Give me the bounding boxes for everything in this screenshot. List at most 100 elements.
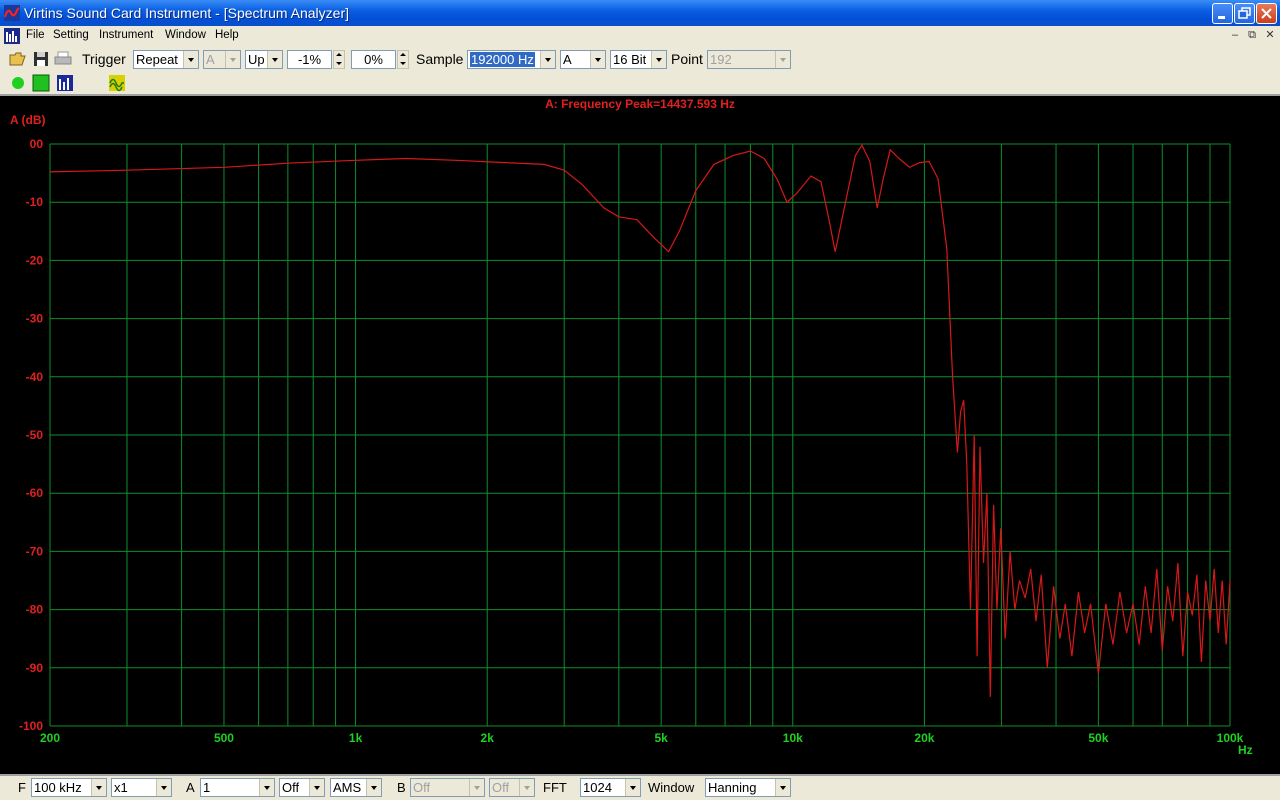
channel-select[interactable]: A <box>560 50 606 69</box>
point-select[interactable]: 192 <box>707 50 791 69</box>
x-tick-label: 2k <box>481 731 495 745</box>
bit-depth-select[interactable]: 16 Bit <box>610 50 667 69</box>
y-tick-label: -20 <box>26 253 44 267</box>
y-tick-label: -70 <box>26 544 44 558</box>
chevron-down-icon <box>366 779 381 796</box>
oscilloscope-icon[interactable] <box>32 74 50 92</box>
trigger-level-value: -1% <box>297 52 322 67</box>
status-bar: F 100 kHz x1 A 1 Off AMS B Off Off FFT 1… <box>0 774 1280 800</box>
menu-bar: File Setting Instrument Window Help – ⧉ … <box>0 26 1280 47</box>
f-label: F <box>18 780 26 795</box>
x-tick-label: 200 <box>40 731 60 745</box>
chevron-down-icon <box>91 779 106 796</box>
close-icon: ✕ <box>1265 29 1275 41</box>
y-tick-label: -10 <box>26 195 44 209</box>
window-title: Virtins Sound Card Instrument - [Spectru… <box>24 5 349 21</box>
title-bar: Virtins Sound Card Instrument - [Spectru… <box>0 0 1280 26</box>
window-label: Window <box>648 780 695 795</box>
spectrum-plot[interactable]: 00 -10 -20 -30 -40 -50 -60 -70 -80 -90 -100 200 500… <box>0 96 1280 772</box>
x-tick-label: 5k <box>655 731 669 745</box>
sample-rate-value: 192000 Hz <box>470 52 535 67</box>
b-scale-select[interactable]: Off <box>410 778 485 797</box>
save-disk-icon[interactable] <box>32 50 50 68</box>
spectrum-trace <box>49 143 1231 697</box>
a-label: A <box>186 780 195 795</box>
main-toolbar: Trigger Repeat A Up -1% 0% Sample 192000… <box>0 46 1280 72</box>
menu-help[interactable]: Help <box>215 29 239 41</box>
chevron-down-icon <box>651 51 666 68</box>
x-tick-label: 50k <box>1088 731 1108 745</box>
chevron-down-icon <box>625 779 640 796</box>
channel-value: A <box>563 52 572 67</box>
chevron-down-icon <box>183 51 198 68</box>
trigger-edge-select[interactable]: Up <box>245 50 283 69</box>
frequency-range-value: 100 kHz <box>34 780 82 795</box>
menu-setting[interactable]: Setting <box>53 29 89 41</box>
a-mode-value: Off <box>282 780 300 795</box>
chevron-down-icon <box>156 779 171 796</box>
trigger-edge-value: Up <box>248 52 265 67</box>
menu-instrument[interactable]: Instrument <box>99 29 153 41</box>
sample-label: Sample <box>416 51 464 67</box>
chevron-down-icon <box>259 779 274 796</box>
mdi-restore-button[interactable]: ⧉ <box>1245 29 1259 42</box>
spectrum-doc-icon[interactable] <box>4 28 20 44</box>
trigger-label: Trigger <box>82 51 126 67</box>
b-mode-value: Off <box>492 780 510 795</box>
chevron-down-icon <box>775 779 790 796</box>
trigger-delay-spinner[interactable] <box>397 50 409 69</box>
x-tick-label: 500 <box>214 731 234 745</box>
trigger-delay-value: 0% <box>364 52 383 67</box>
minimize-icon: – <box>1231 29 1239 41</box>
bit-depth-value: 16 Bit <box>613 52 647 67</box>
restore-button[interactable] <box>1234 3 1255 24</box>
mdi-close-button[interactable]: ✕ <box>1263 29 1277 42</box>
close-window-button[interactable] <box>1256 3 1277 24</box>
menu-file[interactable]: File <box>26 29 45 41</box>
mdi-minimize-button[interactable]: – <box>1228 29 1242 42</box>
frequency-range-select[interactable]: 100 kHz <box>31 778 107 797</box>
point-value: 192 <box>710 52 732 67</box>
instrument-toolbar <box>0 72 1280 96</box>
y-tick-labels: 00-10-20-30-40-50-60-70-80-90-100 <box>19 137 43 733</box>
b-mode-select[interactable]: Off <box>489 778 535 797</box>
trigger-source-value: A <box>206 52 215 67</box>
start-icon[interactable] <box>9 74 27 92</box>
fft-label: FFT <box>543 780 567 795</box>
x-axis-label: Hz <box>1238 743 1253 757</box>
signal-generator-icon[interactable] <box>108 74 126 92</box>
open-folder-icon[interactable] <box>9 50 27 68</box>
chevron-down-icon <box>469 779 484 796</box>
fft-size-select[interactable]: 1024 <box>580 778 641 797</box>
trigger-delay-input[interactable]: 0% <box>351 50 396 69</box>
chevron-down-icon <box>309 779 324 796</box>
minimize-button[interactable] <box>1212 3 1233 24</box>
trigger-mode-select[interactable]: Repeat <box>133 50 199 69</box>
chevron-down-icon <box>775 51 790 68</box>
y-tick-label: -80 <box>26 603 44 617</box>
trigger-level-input[interactable]: -1% <box>287 50 332 69</box>
zoom-select[interactable]: x1 <box>111 778 172 797</box>
y-tick-label: -90 <box>26 661 44 675</box>
zoom-value: x1 <box>114 780 128 795</box>
restore-icon: ⧉ <box>1248 29 1256 41</box>
print-icon[interactable] <box>54 50 72 68</box>
y-tick-label: -30 <box>26 312 44 326</box>
trigger-level-spinner[interactable] <box>333 50 345 69</box>
fft-size-value: 1024 <box>583 780 612 795</box>
y-tick-label: -50 <box>26 428 44 442</box>
chevron-down-icon <box>540 51 555 68</box>
a-ams-value: AMS <box>333 780 362 795</box>
sample-rate-select[interactable]: 192000 Hz <box>467 50 556 69</box>
app-logo-icon <box>4 5 20 21</box>
a-scale-select[interactable]: 1 <box>200 778 275 797</box>
trigger-source-select[interactable]: A <box>203 50 241 69</box>
sample-rate-text: 192000 Hz <box>470 52 535 67</box>
window-function-select[interactable]: Hanning <box>705 778 791 797</box>
point-label: Point <box>671 51 703 67</box>
menu-window[interactable]: Window <box>165 29 206 41</box>
a-ams-select[interactable]: AMS <box>330 778 382 797</box>
spectrum-analyzer-icon[interactable] <box>56 74 74 92</box>
a-mode-select[interactable]: Off <box>279 778 325 797</box>
window-function-value: Hanning <box>708 780 757 795</box>
